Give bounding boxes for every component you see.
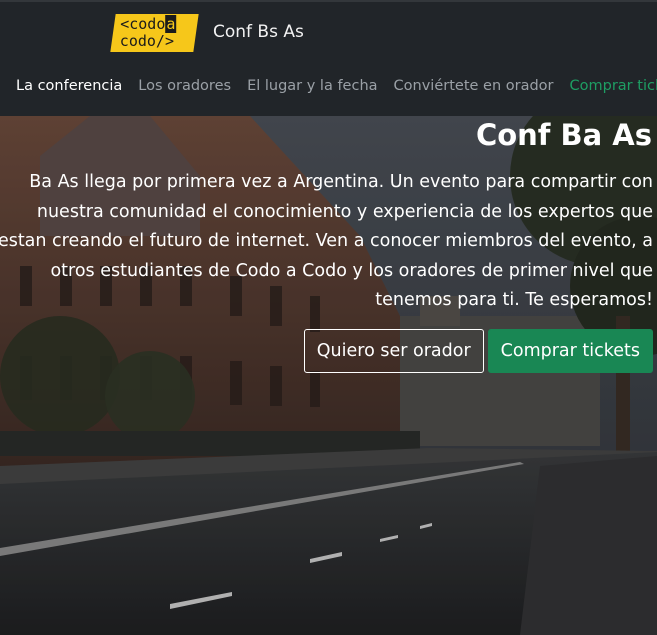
hero-description: Ba As llega por primera vez a Argentina.… bbox=[0, 172, 653, 310]
codo-a-codo-logo[interactable]: <codoa codo/> bbox=[110, 14, 199, 52]
hero-actions: Quiero ser orador Comprar tickets bbox=[303, 329, 653, 373]
nav-item-el-lugar-y-la-fecha[interactable]: El lugar y la fecha bbox=[247, 78, 377, 94]
navbar: <codoa codo/> Conf Bs As La conferencia … bbox=[0, 0, 657, 116]
logo-line-1: <codoa bbox=[120, 15, 177, 33]
hero-title: Conf Ba As bbox=[475, 118, 652, 152]
quiero-ser-orador-button[interactable]: Quiero ser orador bbox=[303, 329, 484, 373]
nav-item-conviertete-en-orador[interactable]: Conviértete en orador bbox=[394, 78, 554, 94]
nav-item-comprar-tickets[interactable]: Comprar tickets bbox=[570, 78, 657, 94]
nav-item-los-oradores[interactable]: Los oradores bbox=[138, 78, 231, 94]
comprar-tickets-button[interactable]: Comprar tickets bbox=[487, 329, 653, 373]
nav-item-la-conferencia[interactable]: La conferencia bbox=[16, 78, 122, 94]
logo-line-2: codo/> bbox=[119, 32, 174, 50]
main-nav: La conferencia Los oradores El lugar y l… bbox=[16, 78, 657, 94]
brand[interactable]: <codoa codo/> Conf Bs As bbox=[110, 14, 304, 52]
hero: Conf Ba As Ba As llega por primera vez a… bbox=[0, 116, 657, 635]
brand-title[interactable]: Conf Bs As bbox=[213, 22, 304, 42]
